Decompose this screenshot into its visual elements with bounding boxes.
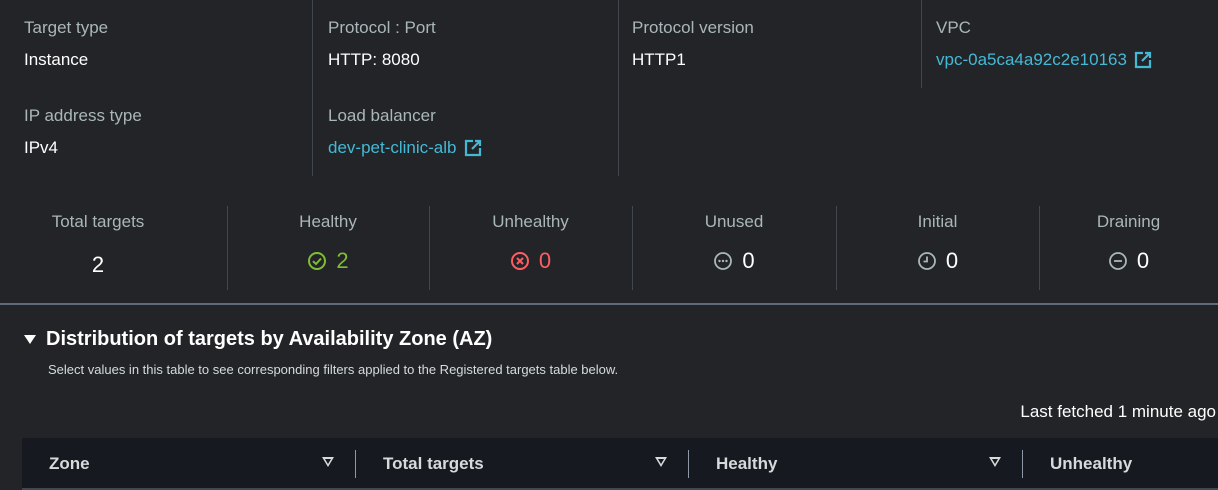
check-circle-icon <box>308 252 327 270</box>
protocol-version-field: Protocol version HTTP1 <box>632 18 754 70</box>
caret-down-icon <box>24 335 36 344</box>
column-divider <box>921 0 922 88</box>
healthy-label: Healthy <box>299 212 357 231</box>
az-table-header: Zone Total targets Healthy Unhealthy <box>22 438 1218 490</box>
draining-count[interactable]: Draining 0 <box>1039 190 1218 305</box>
initial-value: 0 <box>945 248 959 273</box>
vpc-link[interactable]: vpc-0a5ca4a92c2e10163 <box>936 50 1152 70</box>
healthy-value: 2 <box>336 248 349 273</box>
az-section-title: Distribution of targets by Availability … <box>46 328 493 350</box>
sort-icon[interactable] <box>322 457 334 467</box>
ellipsis-circle-icon <box>714 252 733 270</box>
external-link-icon <box>1134 51 1152 69</box>
sort-icon[interactable] <box>989 457 1001 467</box>
healthy-count[interactable]: Healthy 2 <box>227 190 429 305</box>
ip-address-type-label: IP address type <box>24 106 142 125</box>
target-type-value: Instance <box>24 50 89 69</box>
column-divider <box>618 0 619 176</box>
column-header-total-targets[interactable]: Total targets <box>383 438 484 490</box>
unused-count[interactable]: Unused 0 <box>632 190 836 305</box>
load-balancer-label: Load balancer <box>328 106 436 125</box>
column-header-healthy[interactable]: Healthy <box>716 438 777 490</box>
load-balancer-link-text: dev-pet-clinic-alb <box>328 138 457 157</box>
protocol-port-field: Protocol : Port HTTP: 8080 <box>328 18 436 70</box>
draining-value: 0 <box>1136 248 1150 273</box>
clock-circle-icon <box>917 252 936 270</box>
initial-count[interactable]: Initial 0 <box>836 190 1039 305</box>
column-header-unhealthy[interactable]: Unhealthy <box>1050 438 1132 490</box>
vpc-field: VPC vpc-0a5ca4a92c2e10163 <box>936 18 1152 70</box>
column-resizer[interactable] <box>355 450 356 478</box>
target-group-details: Target type Instance IP address type IPv… <box>0 0 1218 190</box>
external-link-icon <box>464 139 481 157</box>
az-section-toggle[interactable]: Distribution of targets by Availability … <box>24 328 492 351</box>
sort-icon[interactable] <box>655 457 667 467</box>
ip-address-type-field: IP address type IPv4 <box>24 106 142 158</box>
healthy-value-group: 2 <box>227 248 429 274</box>
target-type-label: Target type <box>24 18 109 37</box>
last-fetched-text: Last fetched 1 minute ago <box>1020 402 1216 421</box>
unused-label: Unused <box>704 212 764 231</box>
total-targets-count: Total targets 2 <box>0 190 196 305</box>
column-resizer[interactable] <box>688 450 689 478</box>
unused-value: 0 <box>742 248 755 273</box>
vpc-label: VPC <box>936 18 971 37</box>
az-distribution-section: Distribution of targets by Availability … <box>0 306 1218 490</box>
column-resizer[interactable] <box>1022 450 1023 478</box>
unhealthy-label: Unhealthy <box>492 212 569 231</box>
load-balancer-field: Load balancer dev-pet-clinic-alb <box>328 106 482 158</box>
total-targets-value: 2 <box>91 252 105 277</box>
protocol-version-value: HTTP1 <box>632 50 686 69</box>
unhealthy-value-group: 0 <box>429 248 632 274</box>
target-counts-bar: Total targets 2 Healthy 2 Unhealthy 0 Un… <box>0 190 1218 305</box>
unhealthy-count[interactable]: Unhealthy 0 <box>429 190 632 305</box>
total-targets-label: Total targets <box>51 212 145 231</box>
x-circle-icon <box>510 252 529 270</box>
draining-value-group: 0 <box>1039 248 1218 274</box>
draining-label: Draining <box>1096 212 1161 231</box>
az-section-description: Select values in this table to see corre… <box>48 362 619 377</box>
ip-address-type-value: IPv4 <box>24 138 59 157</box>
initial-value-group: 0 <box>836 248 1039 274</box>
unused-value-group: 0 <box>632 248 836 274</box>
unhealthy-value: 0 <box>538 248 552 273</box>
protocol-port-label: Protocol : Port <box>328 18 436 37</box>
load-balancer-link[interactable]: dev-pet-clinic-alb <box>328 138 482 158</box>
column-header-zone[interactable]: Zone <box>49 438 90 490</box>
initial-label: Initial <box>917 212 958 231</box>
column-divider <box>312 0 313 176</box>
vpc-link-text: vpc-0a5ca4a92c2e10163 <box>936 50 1127 69</box>
target-type-field: Target type Instance <box>24 18 108 70</box>
protocol-port-value: HTTP: 8080 <box>328 50 420 69</box>
minus-circle-icon <box>1108 252 1127 270</box>
protocol-version-label: Protocol version <box>632 18 754 37</box>
